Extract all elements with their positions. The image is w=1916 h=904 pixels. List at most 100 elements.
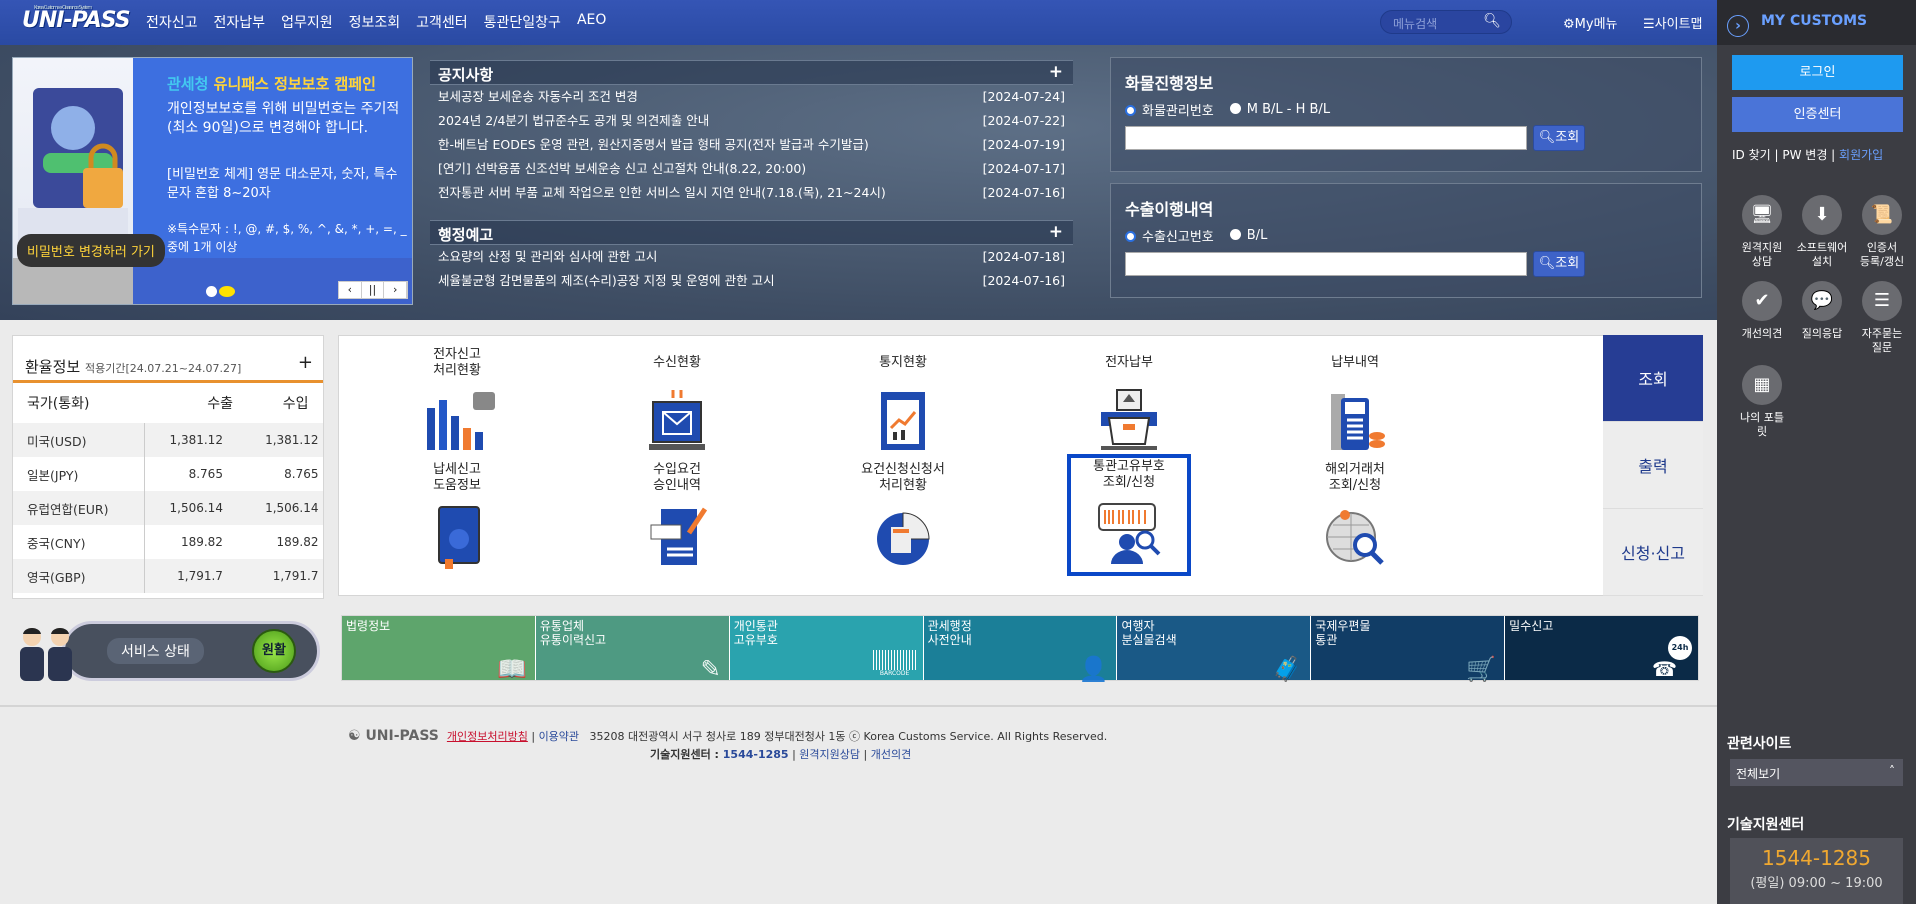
menu-item[interactable]: 수입요건 승인내역 — [617, 461, 737, 578]
pause-button[interactable]: || — [362, 282, 385, 298]
service-tile[interactable]: 국제우편물 통관 🛒 — [1311, 616, 1505, 683]
sitemap-button[interactable]: ☰사이트맵 — [1643, 13, 1703, 32]
exchange-rate-panel: 환율정보 적용기간[24.07.21~24.07.27] + 국가(통화) 수출 수입… — [12, 335, 324, 599]
radio-cargo-no[interactable]: 화물관리번호 — [1125, 100, 1214, 119]
menu-item[interactable]: 통관고유부호 조회/신청 — [1067, 454, 1191, 576]
join-link[interactable]: 회원가입 — [1839, 148, 1883, 162]
change-pw-link[interactable]: PW 변경 — [1782, 148, 1827, 162]
export-rate: 1,791.7 — [144, 559, 247, 593]
report-icon — [881, 392, 925, 450]
plus-icon[interactable]: + — [298, 352, 313, 373]
plus-icon[interactable]: + — [1049, 222, 1063, 242]
nav-item[interactable]: AEO — [577, 12, 606, 32]
nav-item[interactable]: 전자신고 — [146, 12, 198, 32]
menu-item[interactable]: 전자납부 — [1069, 346, 1189, 463]
notice-item-date: [2024-07-19] — [982, 137, 1065, 152]
nav-item[interactable]: 고객센터 — [416, 12, 468, 32]
nav-item[interactable]: 전자납부 — [214, 12, 266, 32]
service-tile[interactable]: 밀수신고 24h ☎ — [1505, 616, 1699, 680]
cert-center-button[interactable]: 인증센터 — [1732, 97, 1903, 132]
notice-item-title[interactable]: 2024년 2/4분기 법규준수도 공개 및 의견제출 안내 — [438, 109, 709, 133]
quick-menu-panel: 전자신고 처리현황 수신현황 통지현황 전자납부 납부내역납세신고 도움정보 수입요건 승… — [338, 335, 1703, 596]
feedback-link[interactable]: 개선의견 — [871, 748, 911, 761]
privacy-link[interactable]: 개인정보처리방침 — [447, 730, 528, 743]
cargo-number-input[interactable] — [1125, 126, 1527, 150]
notice-item[interactable]: 소요량의 산정 및 관리와 심사에 관한 고시 [2024-07-18] — [430, 245, 1073, 269]
menu-tabs: 조회 출력 신청·신고 — [1603, 335, 1703, 596]
exchange-row: 미국(USD) 1,381.12 1,381.12 — [13, 423, 323, 457]
sidebar-shortcut[interactable]: 📜 인증서 등록/갱신 — [1852, 195, 1912, 269]
notice-item[interactable]: 전자통관 서버 부품 교체 작업으로 인한 서비스 일시 지연 안내(7.18.… — [430, 181, 1073, 205]
prev-button[interactable]: ‹ — [339, 282, 362, 298]
export-search-button[interactable]: 🔍︎조회 — [1533, 251, 1585, 277]
notice-item-title[interactable]: 세율불균형 감면물품의 제조(수리)공장 지정 및 운영에 관한 고시 — [438, 269, 775, 293]
menu-item[interactable]: 전자신고 처리현황 — [397, 346, 517, 463]
service-tile[interactable]: 여행자 분실물검색 🧳 — [1117, 616, 1311, 681]
cargo-search-button[interactable]: 🔍︎조회 — [1533, 125, 1585, 151]
sidebar-shortcut[interactable]: ▦ 나의 포틀 릿 — [1732, 365, 1792, 439]
notice-item-title[interactable]: 한-베트남 EODES 운영 관련, 원산지증명서 발급 형태 공지(전자 발급… — [438, 133, 869, 157]
radio-mbl-hbl[interactable]: M B/L - H B/L — [1229, 102, 1330, 117]
cart-icon: 🛒 — [1466, 655, 1497, 683]
sidebar-shortcut[interactable]: ☰ 자주묻는 질문 — [1852, 281, 1912, 355]
radio-export-no[interactable]: 수출신고번호 — [1125, 226, 1214, 245]
notice-item[interactable]: 세율불균형 감면물품의 제조(수리)공장 지정 및 운영에 관한 고시 [2024… — [430, 269, 1073, 293]
tab-inquiry[interactable]: 조회 — [1603, 335, 1703, 422]
banner-text: 개인정보보호를 위해 비밀번호는 주기적(최소 90일)으로 변경해야 합니다. — [167, 101, 400, 136]
menu-item[interactable]: 통지현황 — [843, 346, 963, 463]
export-number-input[interactable] — [1125, 252, 1527, 276]
radio-bl[interactable]: B/L — [1229, 228, 1267, 243]
find-id-link[interactable]: ID 찾기 — [1732, 148, 1771, 162]
menu-item[interactable]: 납세신고 도움정보 — [397, 461, 517, 578]
terms-link[interactable]: 이용약관 — [539, 730, 579, 743]
menu-search-input[interactable]: 메뉴검색 🔍︎ — [1380, 10, 1512, 34]
next-button[interactable]: › — [384, 282, 408, 298]
service-tile[interactable]: 개인통관 고유부호 BARCODE — [729, 616, 923, 680]
dot[interactable] — [206, 286, 217, 297]
notice-item[interactable]: 보세공장 보세운송 자동수리 조건 변경 [2024-07-24] — [430, 85, 1073, 109]
campaign-banner[interactable]: 관세청 유니패스 정보보호 캠페인 개인정보보호를 위해 비밀번호는 주기적(최… — [12, 57, 413, 305]
notice-item-title[interactable]: 전자통관 서버 부품 교체 작업으로 인한 서비스 일시 지연 안내(7.18.… — [438, 181, 886, 205]
change-password-button[interactable]: 비밀번호 변경하러 가기 — [17, 234, 165, 267]
notice-item[interactable]: [연기] 선박용품 신조선박 보세운송 신고 신고절차 안내(8.22, 20:… — [430, 157, 1073, 181]
tab-print[interactable]: 출력 — [1603, 422, 1703, 509]
pie-icon — [877, 512, 930, 565]
mymenu-button[interactable]: ⚙My메뉴 — [1563, 13, 1618, 32]
nav-item[interactable]: 업무지원 — [281, 12, 333, 32]
menu-item-label: 전자신고 처리현황 — [397, 346, 517, 380]
menu-item[interactable]: 요건신청신청서 처리현황 — [843, 461, 963, 578]
dot-active[interactable] — [219, 286, 235, 297]
sidebar-shortcut[interactable]: ⬇ 소프트웨어 설치 — [1792, 195, 1852, 269]
chevron-right-icon[interactable]: › — [1727, 15, 1749, 37]
notice-item-title[interactable]: [연기] 선박용품 신조선박 보세운송 신고 신고절차 안내(8.22, 20:… — [438, 157, 806, 181]
menu-item[interactable]: 해외거래처 조회/신청 — [1295, 461, 1415, 578]
unipass-logo[interactable]: Korea Customs e-Clearance System UNI-PASS — [22, 5, 131, 33]
menu-item-text: 해외거래처 조회/신청 — [1325, 462, 1385, 493]
plus-icon[interactable]: + — [1049, 62, 1063, 82]
service-tile[interactable]: 관세행정 사전안내 👤 — [923, 616, 1117, 681]
login-button[interactable]: 로그인 — [1732, 55, 1903, 90]
menu-item[interactable]: 수신현황 — [617, 346, 737, 463]
tab-application[interactable]: 신청·신고 — [1603, 509, 1703, 596]
admin-notice-board: 행정예고 + 소요량의 산정 및 관리와 심사에 관한 고시 [2024-07-18… — [430, 220, 1073, 293]
sitemap-label: 사이트맵 — [1654, 17, 1703, 32]
remote-support-link[interactable]: 원격지원상담 — [799, 748, 860, 761]
search-icon[interactable]: 🔍︎ — [1483, 13, 1501, 29]
notice-item[interactable]: 2024년 2/4분기 법규준수도 공개 및 의견제출 안내 [2024-07-2… — [430, 109, 1073, 133]
sidebar-shortcut[interactable]: 🖥 원격지원 상담 — [1732, 195, 1792, 269]
notice-item[interactable]: 한-베트남 EODES 운영 관련, 원산지증명서 발급 형태 공지(전자 발급… — [430, 133, 1073, 157]
sidebar-shortcut[interactable]: ✔ 개선의견 — [1732, 281, 1792, 341]
notice-item-title[interactable]: 소요량의 산정 및 관리와 심사에 관한 고시 — [438, 245, 657, 269]
menu-item-text: 전자납부 — [1105, 355, 1153, 370]
sidebar-shortcut[interactable]: 💬 질의응답 — [1792, 281, 1852, 341]
service-tile[interactable]: 유통업체 유통이력신고 ✎ — [535, 616, 729, 681]
nav-item[interactable]: 정보조회 — [349, 12, 401, 32]
export-rate: 1,381.12 — [144, 423, 247, 457]
related-sites-select[interactable]: 전체보기 ˄ — [1730, 759, 1903, 786]
menu-item-text: 전자신고 처리현황 — [433, 347, 481, 378]
chart-icon — [427, 392, 495, 450]
menu-item[interactable]: 납부내역 — [1295, 346, 1415, 463]
service-tile[interactable]: 법령정보 📖 — [342, 616, 535, 681]
notice-item-title[interactable]: 보세공장 보세운송 자동수리 조건 변경 — [438, 85, 638, 109]
nav-item[interactable]: 통관단일창구 — [484, 12, 561, 32]
